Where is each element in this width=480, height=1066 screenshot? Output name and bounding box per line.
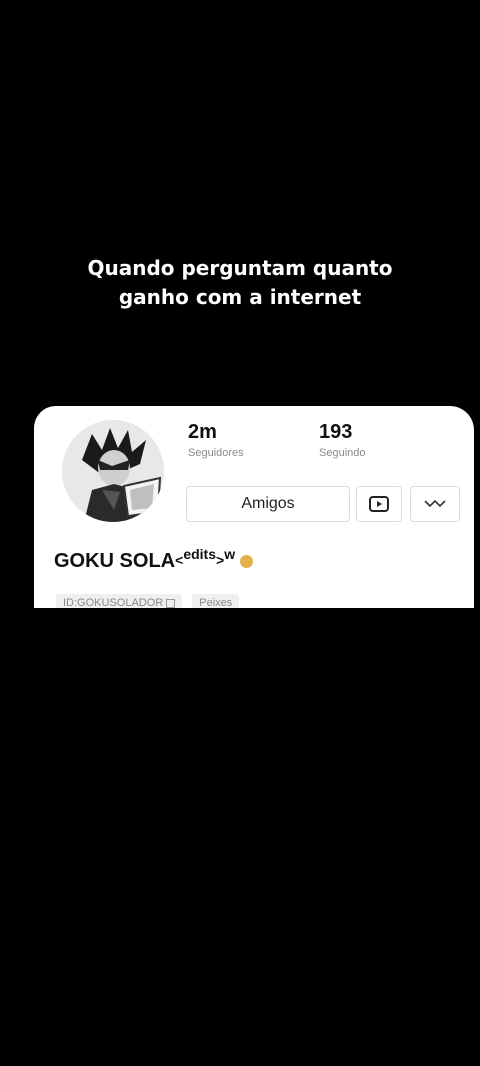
followers-label: Seguidores — [188, 447, 244, 459]
avatar[interactable] — [62, 420, 164, 522]
zodiac-tag: Peixes — [192, 594, 240, 608]
profile-name-row: GOKU SOLA < edits > w — [54, 546, 254, 573]
followers-count: 2m — [188, 421, 217, 443]
chevron-down-double-icon — [424, 499, 446, 508]
name-suffix-gt: > — [216, 552, 225, 568]
profile-name-suffix: < edits > w — [175, 546, 235, 570]
following-stat[interactable]: 193 Seguindo — [319, 420, 366, 460]
following-count: 193 — [319, 421, 353, 443]
verified-badge-icon — [240, 555, 254, 568]
play-square-icon — [369, 496, 389, 512]
caption-line-2: ganho com a internet — [118, 285, 362, 309]
more-options-button[interactable] — [410, 486, 460, 522]
meme-caption: Quando perguntam quanto ganho com a inte… — [0, 254, 480, 312]
zodiac-tag-text: Peixes — [199, 597, 233, 608]
video-button[interactable] — [356, 486, 402, 522]
copy-icon[interactable] — [166, 598, 176, 608]
id-tag[interactable]: ID:GOKUSOLADOR — [56, 594, 183, 608]
name-suffix-w: w — [224, 546, 236, 562]
caption-line-1: Quando perguntam quanto — [87, 256, 393, 280]
following-label: Seguindo — [319, 447, 366, 459]
profile-name: GOKU SOLA — [54, 550, 176, 572]
followers-stat[interactable]: 2m Seguidores — [188, 420, 244, 460]
profile-card: 2m Seguidores 193 Seguindo Amigos GOKU S… — [34, 406, 474, 608]
name-suffix-edits: edits — [183, 546, 216, 562]
profile-tags: ID:GOKUSOLADOR Peixes — [56, 594, 240, 608]
name-suffix-lt: < — [175, 552, 184, 568]
friends-button[interactable]: Amigos — [186, 486, 350, 522]
anime-character-avatar-image — [62, 420, 164, 522]
id-tag-text: ID:GOKUSOLADOR — [63, 597, 164, 608]
